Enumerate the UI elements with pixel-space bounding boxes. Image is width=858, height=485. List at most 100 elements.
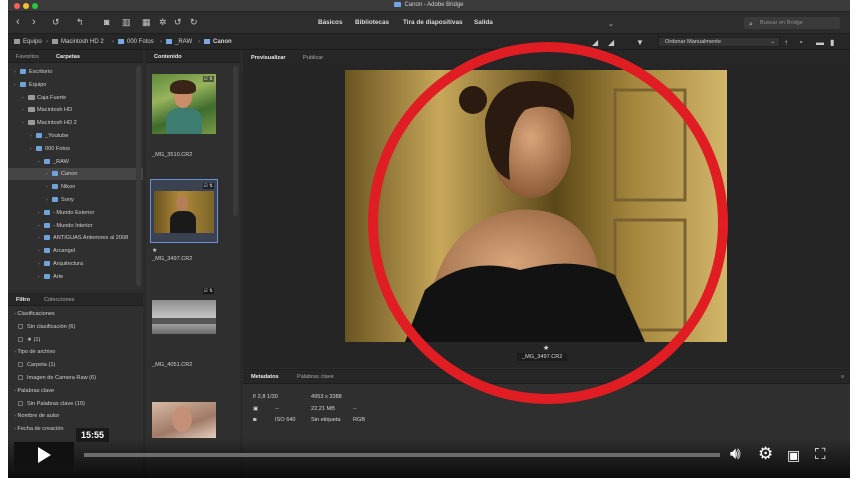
filter-icon[interactable]: ▼ xyxy=(636,37,644,48)
recent-icon[interactable]: ↺ xyxy=(52,17,60,28)
seek-bar[interactable] xyxy=(84,453,720,457)
refine-icon[interactable]: ▦ xyxy=(142,17,151,28)
workspace-tab-salida[interactable]: Salida xyxy=(474,19,493,26)
expand-arrow-icon[interactable]: › xyxy=(14,82,16,88)
filter-option[interactable]: Sin clasificación (6) xyxy=(18,323,153,330)
checkbox[interactable] xyxy=(18,375,23,380)
workspace-tab-basicos[interactable]: Básicos xyxy=(318,19,343,26)
folder-item[interactable]: › Arte xyxy=(8,271,143,283)
tab-publicar[interactable]: Publicar xyxy=(303,55,323,61)
expand-arrow-icon[interactable]: › xyxy=(46,171,48,177)
breadcrumb-000-fotos[interactable]: 000 Fotos xyxy=(118,39,154,45)
open-recent-icon[interactable]: ◔ xyxy=(798,37,803,48)
expand-arrow-icon[interactable]: › xyxy=(38,223,40,229)
folder-item[interactable]: › Equipo xyxy=(8,79,143,91)
folder-item[interactable]: › Escritorio xyxy=(8,66,143,78)
import-icon[interactable]: ▥ xyxy=(122,17,131,28)
thumbnail-item[interactable]: ☑ ⇅ _MG_4051.CR2 xyxy=(152,286,216,376)
expand-arrow-icon[interactable]: › xyxy=(38,248,40,254)
checkbox[interactable] xyxy=(18,400,23,406)
filter-option[interactable]: ★ (1) xyxy=(18,336,153,343)
gear-icon[interactable]: ✲ xyxy=(159,17,167,28)
expand-arrow-icon[interactable]: › xyxy=(30,146,32,152)
filter-option[interactable]: Sin Palabras clave (10) xyxy=(18,400,153,407)
expand-arrow-icon[interactable]: › xyxy=(46,184,48,190)
filter-section-header[interactable]: › Tipo de archivo xyxy=(14,349,149,355)
sort-direction-icon[interactable]: ↑ xyxy=(784,37,788,48)
folder-label: Arcangel xyxy=(53,248,76,255)
chevron-down-icon[interactable]: ⌄ xyxy=(608,19,614,30)
breadcrumb-raw[interactable]: _RAW xyxy=(166,39,192,45)
breadcrumb-equipo[interactable]: Equipo xyxy=(14,39,42,45)
filter-section-header[interactable]: › Nombre de autor xyxy=(14,413,149,419)
expand-arrow-icon[interactable]: › xyxy=(38,159,40,165)
fullscreen-icon[interactable]: ⛶ xyxy=(815,446,826,463)
folder-item[interactable]: › Arcangel xyxy=(8,245,143,257)
filter-section-header[interactable]: › Clasificaciones xyxy=(14,311,149,317)
folder-item[interactable]: › - Mundo Interior xyxy=(8,220,143,232)
thumbnail-item[interactable] xyxy=(152,402,216,442)
folder-item[interactable]: › _RAW xyxy=(8,156,143,168)
camera-icon[interactable]: ◙ xyxy=(104,17,109,28)
trash-icon[interactable]: ▮ xyxy=(830,37,834,48)
pip-icon[interactable]: ▣ xyxy=(787,447,800,464)
expand-arrow-icon[interactable]: › xyxy=(14,69,16,75)
thumbnail-item[interactable]: ☑ ⇅ _MG_3510.CR2 xyxy=(152,74,216,174)
folder-item[interactable]: › Sony xyxy=(8,194,143,206)
back-icon[interactable]: ‹ xyxy=(16,17,20,28)
tab-colecciones[interactable]: Colecciones xyxy=(44,297,74,303)
breadcrumb-macintosh-hd-2[interactable]: Macintosh HD 2 xyxy=(52,39,104,45)
return-icon[interactable]: ↰ xyxy=(76,17,84,28)
expand-arrow-icon[interactable]: › xyxy=(46,197,48,203)
expand-arrow-icon[interactable]: › xyxy=(30,133,32,139)
tab-previsualizar[interactable]: Previsualizar xyxy=(251,55,286,61)
volume-icon[interactable]: 🔊︎ xyxy=(730,445,741,462)
checkbox[interactable] xyxy=(18,323,23,329)
folder-item[interactable]: › ANTIGUAS Anteriores al 2008 xyxy=(8,232,143,244)
new-folder-icon[interactable]: ▬ xyxy=(816,37,824,48)
workspace-tab-bibliotecas[interactable]: Bibliotecas xyxy=(355,19,389,26)
folder-item[interactable]: › Macintosh HD xyxy=(8,104,143,116)
sort-dropdown[interactable]: Ordenar Manualmente ⌄ xyxy=(658,37,780,47)
expand-arrow-icon[interactable]: › xyxy=(22,120,24,126)
folder-item[interactable]: › _Youtube xyxy=(8,130,143,142)
folder-item[interactable]: › Nikon xyxy=(8,181,143,193)
content-scrollbar[interactable] xyxy=(233,66,238,216)
folders-scrollbar[interactable] xyxy=(136,66,141,286)
workspace-tab-tira[interactable]: Tira de diapositivas xyxy=(403,19,463,26)
expand-arrow-icon[interactable]: › xyxy=(38,235,40,241)
expand-arrow-icon[interactable]: › xyxy=(38,261,40,267)
settings-icon[interactable]: ⚙ xyxy=(758,445,773,462)
breadcrumb-canon[interactable]: Canon xyxy=(204,39,232,45)
expand-arrow-icon[interactable]: › xyxy=(38,210,40,216)
folder-item[interactable]: › - Mundo Exterior xyxy=(8,207,143,219)
tab-contenido[interactable]: Contenido xyxy=(154,54,182,60)
panel-menu-icon[interactable]: ≡ xyxy=(841,374,844,380)
folder-item[interactable]: › Arquitectura xyxy=(8,258,143,270)
rotate-right-icon[interactable]: ↻ xyxy=(190,17,198,28)
tab-carpetas[interactable]: Carpetas xyxy=(56,54,80,60)
tab-palabras-clave[interactable]: Palabras clave xyxy=(297,374,334,380)
expand-arrow-icon[interactable]: › xyxy=(38,274,40,280)
tab-metadatos[interactable]: Metadatos xyxy=(251,374,279,380)
checkbox[interactable] xyxy=(18,336,23,342)
quality-icon[interactable]: ◢ xyxy=(592,37,598,48)
thumbnail-item-selected[interactable]: ☑ ⇅ ★ _MG_3497.CR2 xyxy=(150,179,218,271)
expand-arrow-icon[interactable]: › xyxy=(22,95,24,101)
folder-item[interactable]: › Caja Fuerte xyxy=(8,92,143,104)
tab-filtro[interactable]: Filtro xyxy=(16,297,30,303)
expand-arrow-icon[interactable]: › xyxy=(22,107,24,113)
rotate-left-icon[interactable]: ↺ xyxy=(174,17,182,28)
folder-item[interactable]: › Macintosh HD 2 xyxy=(8,117,143,129)
folder-item[interactable]: › 000 Fotos xyxy=(8,143,143,155)
star-filter-icon[interactable]: ◢ xyxy=(608,37,614,48)
folder-item[interactable]: › Canon xyxy=(8,168,143,181)
tab-favoritos[interactable]: Favoritos xyxy=(16,54,39,60)
checkbox[interactable] xyxy=(18,362,23,368)
breadcrumb-separator: › xyxy=(46,39,48,45)
search-input[interactable]: Buscar en Bridge xyxy=(744,17,840,29)
filter-option[interactable]: Carpeta (1) xyxy=(18,362,153,368)
forward-icon[interactable]: › xyxy=(32,17,36,28)
filter-section-header[interactable]: › Palabras clave xyxy=(14,388,149,394)
filter-option[interactable]: Imagen de Camera Raw (6) xyxy=(18,375,153,381)
